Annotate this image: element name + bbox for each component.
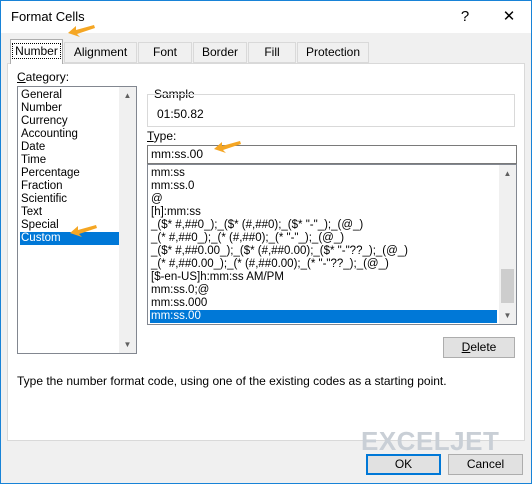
format-list-item[interactable]: mm:ss.00 [150,310,497,323]
scroll-thumb[interactable] [501,269,514,303]
cancel-button[interactable]: Cancel [448,454,523,475]
highlight-arrow-icon [70,225,97,237]
category-list-item[interactable]: Accounting [20,128,119,141]
format-list-item[interactable]: _(* #,##0_);_(* (#,##0);_(* "-"_);_(@_) [150,232,497,245]
category-list-item[interactable]: Text [20,206,119,219]
tab-alignment[interactable]: Alignment [64,42,137,63]
highlight-arrow-icon [68,25,95,37]
scroll-up-icon[interactable]: ▲ [499,165,516,182]
format-list-item[interactable]: mm:ss.0;@ [150,284,497,297]
delete-button[interactable]: Delete [443,337,515,358]
scroll-down-icon[interactable]: ▼ [499,307,516,324]
category-list-item[interactable]: General [20,89,119,102]
format-list-item[interactable]: _($* #,##0.00_);_($* (#,##0.00);_($* "-"… [150,245,497,258]
category-list-item[interactable]: Scientific [20,193,119,206]
help-button[interactable]: ? [449,1,481,33]
ok-button[interactable]: OK [366,454,441,475]
exceljet-logo: EXCELJET [361,426,500,456]
format-list-item[interactable]: mm:ss.000 [150,297,497,310]
scroll-up-icon[interactable]: ▲ [119,87,136,104]
format-code-list[interactable]: ▲ ▼ mm:ss mm:ss.0 @ [h]:mm:ss _($* #,##0_);_… [147,164,517,325]
format-list-item[interactable]: mm:ss.0 [150,180,497,193]
close-button[interactable]: ✕ [487,1,531,33]
category-list-item[interactable]: Time [20,154,119,167]
sample-value: 01:50.82 [157,107,204,121]
category-list-item[interactable]: Number [20,102,119,115]
format-cells-dialog: Format Cells ? ✕ Number Alignment Font B… [0,0,532,484]
category-list-item[interactable]: Date [20,141,119,154]
category-list-item[interactable]: Currency [20,115,119,128]
format-scrollbar[interactable]: ▲ ▼ [499,165,516,324]
tab-font[interactable]: Font [138,42,192,63]
category-list-item[interactable]: Fraction [20,180,119,193]
category-label: Category: [17,70,70,84]
format-list-item[interactable]: @ [150,193,497,206]
highlight-arrow-icon [214,141,241,153]
category-list[interactable]: ▲ ▼ General Number Currency Accounting Date T… [17,86,137,354]
description-text: Type the number format code, using one o… [17,374,447,388]
scroll-down-icon[interactable]: ▼ [119,336,136,353]
format-list-item[interactable]: _(* #,##0.00_);_(* (#,##0.00);_(* "-"??_… [150,258,497,271]
type-input[interactable]: mm:ss.00 [147,145,517,164]
format-list-item[interactable]: [$-en-US]h:mm:ss AM/PM [150,271,497,284]
tab-number[interactable]: Number [10,39,63,64]
tab-protection[interactable]: Protection [297,42,369,63]
type-label: Type: [147,129,177,143]
format-list-item[interactable]: mm:ss [150,167,497,180]
category-scrollbar[interactable]: ▲ ▼ [119,87,136,353]
format-list-item[interactable]: _($* #,##0_);_($* (#,##0);_($* "-"_);_(@… [150,219,497,232]
format-list-item[interactable]: [h]:mm:ss [150,206,497,219]
category-list-item[interactable]: Percentage [20,167,119,180]
tab-fill[interactable]: Fill [248,42,296,63]
tab-border[interactable]: Border [193,42,247,63]
dialog-title: Format Cells [11,9,85,24]
